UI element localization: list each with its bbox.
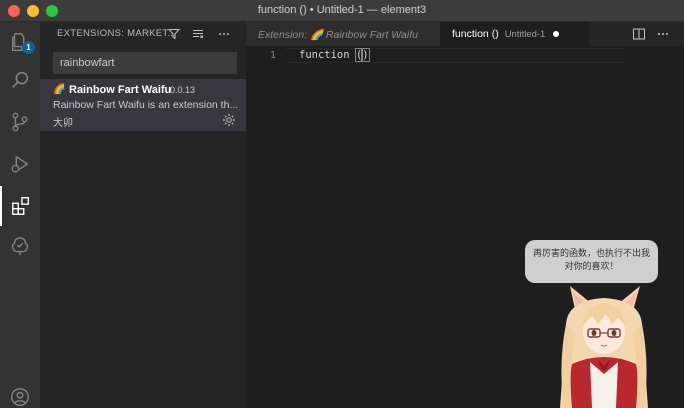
code-line[interactable]: function ()	[299, 48, 370, 62]
explorer-badge: 1	[22, 41, 35, 54]
extension-author: 大卯	[53, 118, 73, 129]
extensions-icon	[12, 197, 30, 215]
line-number: 1	[270, 50, 277, 61]
split-editor-icon[interactable]	[632, 27, 646, 41]
extension-version: 0.0.13	[170, 85, 196, 95]
extension-description: Rainbow Fart Waifu is an extension th...	[53, 99, 238, 111]
code-keyword: function	[299, 49, 356, 61]
title-bar: function () • Untitled-1 — element3	[0, 0, 684, 22]
window-title: function () • Untitled-1 — element3	[257, 4, 427, 16]
more-actions-icon[interactable]	[216, 26, 232, 42]
filter-icon[interactable]	[166, 26, 182, 42]
tab-label: Extension: 🌈 Rainbow Fart Waifu	[258, 28, 418, 41]
activity-remote-explorer[interactable]	[0, 226, 40, 266]
waifu-character-image	[560, 286, 648, 408]
activity-accounts[interactable]	[0, 377, 40, 408]
sidebar-header: EXTENSIONS: MARKET...	[40, 22, 246, 46]
activity-extensions[interactable]	[0, 186, 40, 226]
clear-results-icon[interactable]	[190, 26, 206, 42]
waifu-speech-bubble: 再厉害的函数，也执行不出我对你的喜欢！	[525, 240, 658, 283]
run-debug-icon	[11, 155, 29, 173]
activity-explorer[interactable]: 1	[0, 22, 40, 62]
editor-tab-bar: Extension: 🌈 Rainbow Fart Waifu function…	[246, 22, 684, 46]
tab-label: function ()	[452, 28, 499, 40]
activity-search[interactable]	[0, 60, 40, 100]
sidebar-title: EXTENSIONS: MARKET...	[57, 28, 177, 39]
activity-bar: 1	[0, 22, 40, 408]
extension-search-input[interactable]: rainbowfart	[53, 52, 237, 74]
extension-list-item[interactable]: 🌈 Rainbow Fart Waifu 0.0.13 Rainbow Fart…	[40, 79, 246, 131]
rainbow-logo-icon: 🌈	[53, 84, 66, 95]
editor-actions	[590, 22, 684, 46]
activity-run-debug[interactable]	[0, 144, 40, 184]
tab-sublabel: Untitled-1	[504, 28, 546, 40]
unsaved-dot-icon[interactable]	[553, 31, 560, 37]
gear-icon[interactable]	[222, 113, 236, 127]
source-control-icon	[12, 112, 28, 132]
account-icon	[11, 388, 29, 406]
more-actions-icon[interactable]	[656, 27, 670, 41]
search-icon	[12, 71, 29, 88]
extension-name: Rainbow Fart Waifu	[69, 84, 172, 96]
tab-untitled-1[interactable]: function () Untitled-1	[440, 22, 590, 46]
extensions-sidebar: EXTENSIONS: MARKET... rainbowfart 🌈 Rain…	[40, 22, 246, 408]
code-close-paren: )	[361, 48, 370, 62]
tab-extension-detail[interactable]: Extension: 🌈 Rainbow Fart Waifu	[246, 22, 440, 46]
tree-check-icon	[11, 237, 29, 256]
activity-source-control[interactable]	[0, 102, 40, 142]
